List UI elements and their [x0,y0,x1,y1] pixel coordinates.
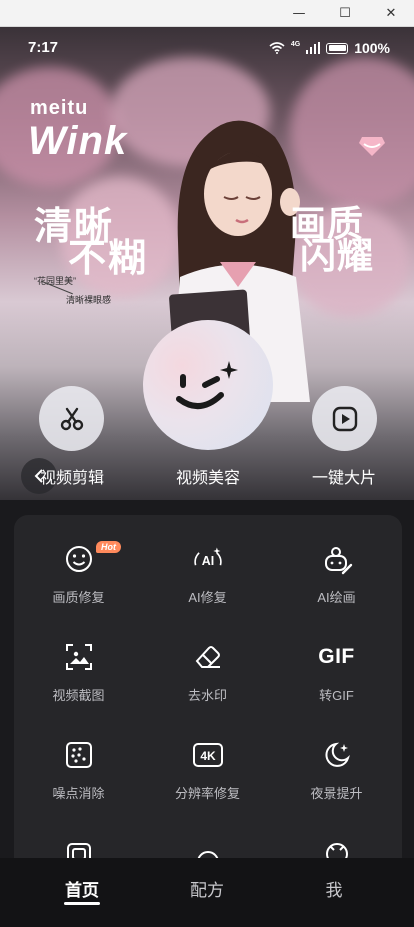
smile-face-icon [63,543,95,575]
noise-icon [63,739,95,771]
tool-label: AI绘画 [317,590,356,605]
tool-label: 视频截图 [52,688,105,703]
tool-label: 转GIF [319,688,354,703]
window-title-bar: — ☐ ✕ [0,0,414,27]
gif-icon: GIF [318,645,355,668]
hot-badge: Hot [96,541,121,553]
tool-to-gif[interactable]: GIF 转GIF [272,623,401,721]
svg-text:AI: AI [201,554,213,568]
tool-noise-removal[interactable]: 噪点消除 [14,721,143,819]
one-click-blockbuster-label: 一键大片 [312,470,377,487]
banner-title-left-2: 不糊 [68,235,149,280]
tool-label: 夜景提升 [310,786,363,801]
tool-label: AI修复 [188,590,227,605]
moon-icon [321,739,353,771]
scissors-icon [60,407,83,430]
close-button[interactable]: ✕ [368,0,414,27]
tool-ai-paint[interactable]: AI绘画 [272,525,401,623]
tool-night-enhance[interactable]: 夜景提升 [272,721,401,819]
4k-icon: 4K [192,739,224,771]
maximize-button[interactable]: ☐ [322,0,368,27]
wifi-icon [269,42,285,54]
screenshot-icon [63,641,95,673]
play-square-icon [332,406,357,431]
tool-resolution-repair[interactable]: 4K 分辨率修复 [143,721,272,819]
svg-text:4K: 4K [200,749,216,763]
video-beauty-label: 视频美容 [176,470,241,487]
video-beauty-button[interactable] [143,320,273,450]
status-bar: 7:17 4G 100% [0,39,414,61]
video-edit-label: 视频剪辑 [40,470,105,487]
tool-ai-repair[interactable]: AI AI修复 [143,525,272,623]
wink-face-icon [176,361,238,409]
tool-label: 去水印 [187,688,227,703]
nav-active-indicator [64,902,100,905]
one-click-blockbuster-button[interactable] [312,386,377,451]
tool-label: 分辨率修复 [174,786,240,801]
nav-recipes[interactable]: 配方 [157,876,257,901]
brand-small: meitu [30,97,89,119]
signal-icon [306,42,321,54]
tools-panel: Hot 画质修复 AI AI修复 AI绘画 视频截图 去水印 GIF 转GIF [14,515,402,875]
vip-gem-icon[interactable] [358,135,386,157]
banner-title-right-2: 闪耀 [300,235,375,277]
network-type: 4G [290,40,301,48]
nav-home[interactable]: 首页 [32,876,132,901]
hero-banner[interactable]: 7:17 4G 100% meitu Wink 清晰 不糊 画质 闪耀 “花园里… [0,27,414,527]
tool-label: 噪点消除 [52,786,105,801]
video-edit-button[interactable] [39,386,104,451]
tool-video-screenshot[interactable]: 视频截图 [14,623,143,721]
tool-remove-watermark[interactable]: 去水印 [143,623,272,721]
battery-level: 100% [354,40,390,56]
status-time: 7:17 [28,39,59,56]
minimize-button[interactable]: — [276,0,322,27]
brand-logo: Wink [28,119,128,163]
ai-sparkle-icon: AI [192,543,224,575]
nav-me[interactable]: 我 [284,876,384,901]
battery-icon [326,42,349,54]
eraser-icon [192,641,224,673]
ai-paint-icon [321,543,353,575]
tool-label: 画质修复 [52,590,105,605]
banner-caption-2: 清晰裸眼感 [66,295,112,305]
bottom-nav: 首页 配方 我 [0,858,414,927]
tool-quality-repair[interactable]: Hot 画质修复 [14,525,143,623]
